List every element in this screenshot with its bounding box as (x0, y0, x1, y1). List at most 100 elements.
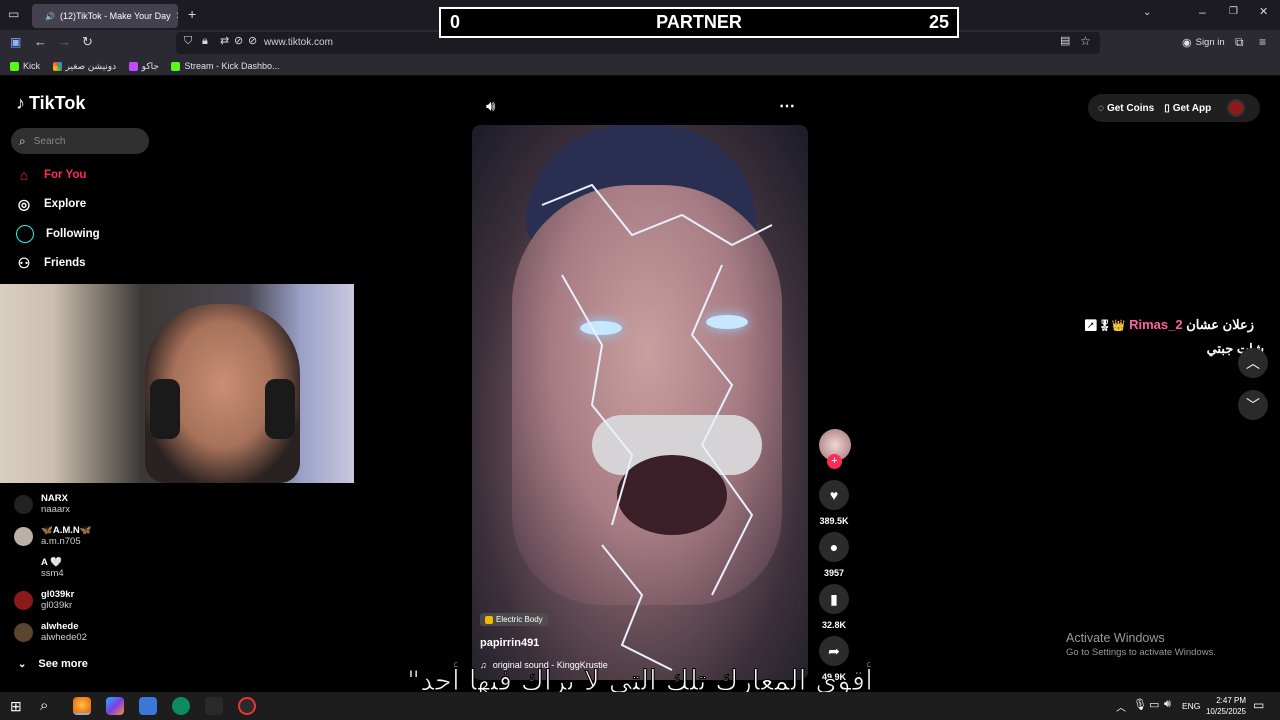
lock-icon[interactable]: 🔒︎ (202, 36, 208, 47)
language-indicator[interactable]: ENG (1182, 701, 1200, 711)
effect-label: Electric Body (496, 615, 543, 624)
account-item[interactable]: NARX naaarx (14, 493, 70, 515)
bookmark-label: Kick (23, 61, 41, 71)
nav-label: Explore (44, 198, 87, 210)
windows-start-icon[interactable]: ⊞ (10, 698, 22, 715)
account-item[interactable]: A 🤍 ssm4 (14, 557, 64, 579)
effect-icon (485, 615, 493, 624)
bookmark-jaco[interactable]: جاكو (128, 56, 159, 76)
mic-blocked-icon[interactable]: ⊘ (248, 36, 257, 47)
clock[interactable]: 2:47 PM 10/25/2025 (1200, 695, 1246, 717)
back-icon[interactable]: ← (34, 35, 47, 48)
notifications-icon[interactable]: ▭ (1253, 698, 1264, 712)
avatar (14, 526, 33, 546)
upwork-icon[interactable] (172, 697, 190, 715)
comment-icon: ● (829, 539, 839, 555)
browser-tab[interactable]: 🔊 (12)TikTok - Make Your Day ✕ (32, 4, 178, 28)
reload-icon[interactable]: ↻ (82, 35, 93, 48)
headphone-left (150, 379, 180, 439)
score-right: 25 (928, 12, 949, 32)
avatar (14, 494, 33, 514)
firefox-icon[interactable] (73, 697, 91, 715)
account-name: alwhede (41, 621, 79, 632)
close-window-icon[interactable]: ✕ (1259, 7, 1268, 18)
store-icon[interactable] (139, 697, 157, 715)
minimize-icon[interactable]: – (1199, 6, 1206, 18)
previous-video-button[interactable]: ︿ (1238, 348, 1268, 378)
bookmark-donation[interactable]: دونيشن صغير (52, 56, 116, 76)
copilot-icon[interactable] (106, 697, 124, 715)
share-button[interactable]: ➦ (819, 636, 849, 666)
save-button[interactable]: ▮ (819, 584, 849, 614)
tiktok-note-icon: ♪ (16, 93, 25, 113)
chat-badges-icon: 👑🎖↗ (1083, 320, 1126, 332)
taskbar-search-icon[interactable]: ⌕ (40, 697, 48, 714)
obs-icon[interactable] (238, 697, 256, 715)
volume-tray-icon[interactable]: 🔊︎ (1164, 698, 1171, 711)
avatar (14, 622, 33, 642)
bookmark-label: جاكو (141, 60, 159, 71)
account-item[interactable]: alwhede alwhede02 (14, 621, 87, 643)
kick-icon (10, 61, 19, 71)
effect-tag[interactable]: Electric Body (480, 613, 548, 626)
nav-for-you[interactable]: ⌂ For You (16, 165, 87, 185)
reader-view-icon[interactable]: ▤ (1060, 36, 1070, 47)
nav-following[interactable]: Following (16, 224, 100, 244)
search-icon: ⌕ (19, 133, 26, 148)
profile-avatar[interactable] (1227, 99, 1246, 117)
restore-icon[interactable]: ❐ (1229, 7, 1238, 17)
lightning-effect (541, 183, 773, 671)
bookmark-kick[interactable]: Kick (10, 56, 40, 76)
top-actions: ◌ Get Coins ▯ Get App (1088, 94, 1260, 122)
heart-icon: ♥ (829, 487, 839, 503)
volume-icon[interactable]: 🔊︎ (486, 98, 495, 115)
account-handle: alwhede02 (41, 632, 87, 643)
compass-icon: ◎ (17, 195, 31, 212)
extensions-icon[interactable]: ⧉ (1235, 36, 1244, 48)
get-app-button[interactable]: ▯ Get App (1164, 103, 1211, 114)
menu-icon[interactable]: ≡ (1259, 36, 1266, 48)
friends-icon: ⚇ (17, 254, 31, 271)
search-input[interactable]: ⌕ Search (11, 128, 149, 154)
comment-button[interactable]: ● (819, 532, 849, 562)
chevron-down-icon: ⌄ (18, 658, 27, 670)
nav-friends[interactable]: ⚇ Friends (16, 253, 86, 273)
chevron-up-icon: ︿ (1246, 355, 1260, 371)
account-handle: naaarx (41, 504, 71, 515)
tiktok-logo[interactable]: ♪ TikTok (16, 93, 85, 114)
video-author[interactable]: papirrin491 (480, 637, 539, 649)
see-more-button[interactable]: ⌄ See more (18, 658, 88, 670)
account-item[interactable]: 🦋A.M.N🦋 a.m.n705 (14, 525, 92, 547)
video-player[interactable]: Electric Body papirrin491 ♫ original sou… (472, 125, 808, 680)
see-more-label: See more (38, 658, 88, 670)
activate-title: Activate Windows (1066, 631, 1165, 645)
camera-blocked-icon[interactable]: ⊘ (234, 36, 243, 47)
nav-label: Following (46, 228, 100, 240)
new-tab-icon[interactable]: + (188, 7, 196, 21)
epic-games-icon[interactable] (205, 697, 223, 715)
account-handle: gl039kr (41, 600, 73, 611)
bookmark-kick-dashboard[interactable]: Stream - Kick Dashbo... (171, 56, 279, 76)
forward-icon[interactable]: → (58, 35, 71, 48)
close-tab-icon[interactable]: ✕ (176, 11, 178, 22)
next-video-button[interactable]: ﹀ (1238, 390, 1268, 420)
network-icon[interactable]: ▭ (1149, 698, 1159, 711)
sidebar-icon[interactable]: ▣ (10, 36, 21, 48)
chat-username: Rimas_2 (1129, 317, 1183, 332)
account-item[interactable]: gl039kr gl039kr (14, 589, 74, 611)
nav-explore[interactable]: ◎ Explore (16, 194, 86, 214)
microphone-icon[interactable]: 🎙︎ (1133, 698, 1147, 711)
bookmark-star-icon[interactable]: ☆ (1080, 35, 1091, 47)
follow-plus-icon[interactable]: + (827, 454, 842, 469)
like-button[interactable]: ♥ (819, 480, 849, 510)
more-options-icon[interactable]: ⋯ (779, 96, 795, 116)
tab-list-icon[interactable]: ▭ (8, 8, 19, 20)
chat-line-1: زعلان عشان Rimas_2 👑🎖↗ (1084, 317, 1254, 333)
permissions-icon[interactable]: ⇄ (220, 36, 229, 47)
shield-icon[interactable]: ⛉ (184, 36, 192, 47)
chevron-down-icon: ﹀ (1246, 397, 1260, 413)
tray-chevron-icon[interactable]: ︿ (1116, 699, 1126, 714)
get-coins-button[interactable]: ◌ Get Coins (1098, 103, 1154, 114)
sign-in-button[interactable]: ◉ Sign in (1182, 36, 1225, 49)
chevron-down-icon[interactable]: ⌄ (1143, 8, 1151, 18)
